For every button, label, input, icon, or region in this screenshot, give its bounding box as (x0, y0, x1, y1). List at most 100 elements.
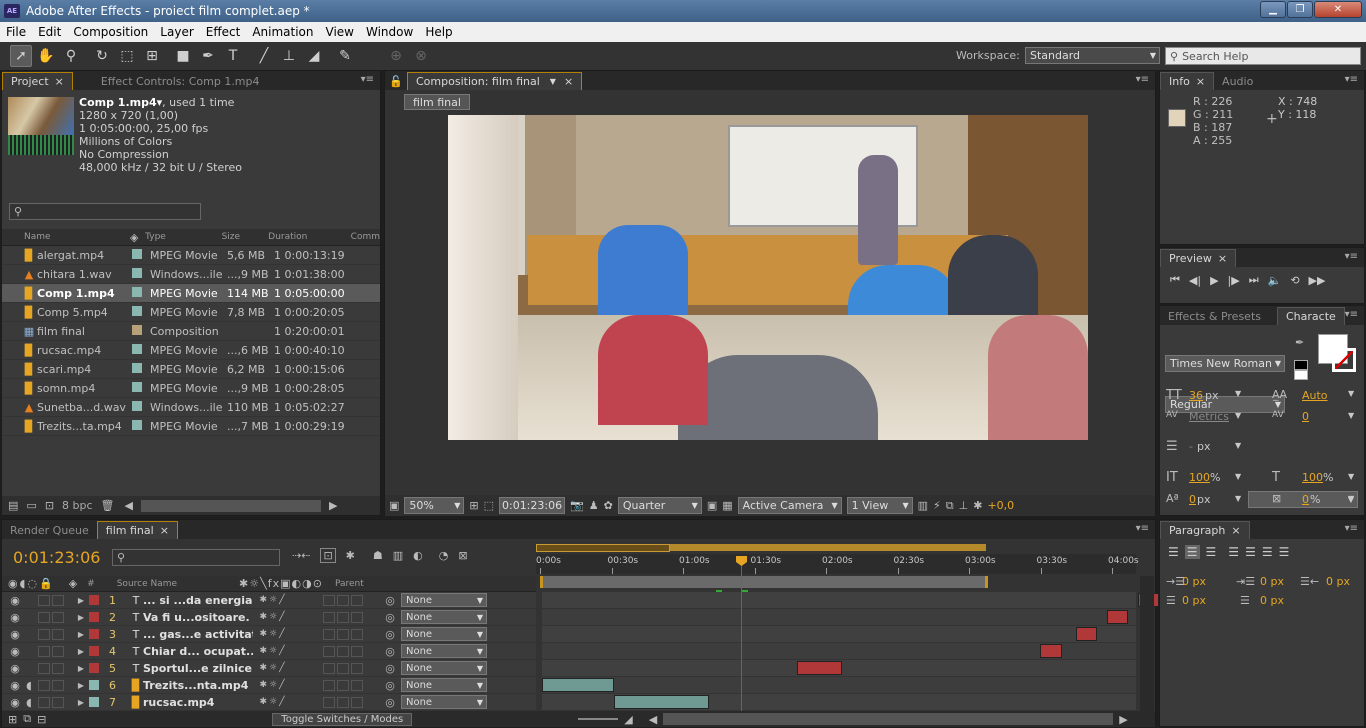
timeline-current-time[interactable]: 0:01:23:06 (13, 548, 100, 567)
composition-viewer[interactable] (448, 115, 1088, 440)
menu-help[interactable]: Help (419, 25, 458, 39)
parent-dropdown[interactable]: None ▼ (401, 678, 487, 692)
time-navigator[interactable] (536, 544, 670, 552)
stroke-color-swatch[interactable] (1332, 348, 1356, 372)
layer-switches-icons[interactable]: ✱☼╱ (253, 595, 293, 605)
expand-layer-icon[interactable]: ▶ (76, 664, 86, 673)
lock-toggle[interactable] (52, 679, 64, 691)
axis-mode-icon[interactable]: ⊕ (385, 45, 407, 67)
layer-name[interactable]: ... si ...da energia. (143, 594, 253, 607)
timeline-search-input[interactable]: ⚲ (112, 549, 280, 566)
layer-row[interactable]: ◉ ◖ ▶ 7 ▉ rucsac.mp4 ✱☼╱ ◎ None ▼ (2, 694, 536, 711)
tab-project[interactable]: Project × (2, 72, 73, 90)
tsume-arrow-icon[interactable]: ▼ (1348, 494, 1354, 503)
tracking-arrow-icon[interactable]: ▼ (1348, 411, 1354, 420)
loop-icon[interactable]: ⟲ (1290, 274, 1299, 287)
tab-composition[interactable]: Composition: film final ▼ × (407, 72, 583, 90)
layer-row[interactable]: ◉ ▶ 4 T Chiar d... ocupat... ✱☼╱ ◎ None ▼ (2, 643, 536, 660)
new-composition-icon[interactable]: ⊡ (45, 499, 54, 512)
current-time-display[interactable]: 0:01:23:06 (499, 497, 566, 514)
lock-toggle[interactable] (52, 645, 64, 657)
layer-duration-bar[interactable] (1106, 610, 1129, 624)
camera-orbit-icon[interactable]: ⬚ (116, 45, 138, 67)
menu-view[interactable]: View (320, 25, 360, 39)
solo-toggle[interactable] (38, 611, 50, 623)
current-time-indicator[interactable] (741, 560, 742, 712)
eyedropper-icon[interactable]: ✒ (1295, 336, 1304, 349)
space-after-value[interactable]: 0 px (1260, 594, 1284, 607)
panel-menu-icon[interactable]: ▾≡ (361, 74, 374, 85)
label-color-swatch[interactable] (132, 400, 142, 411)
vertical-scale-value[interactable]: 100 (1189, 471, 1210, 484)
lock-toggle[interactable] (52, 611, 64, 623)
transparency-grid-icon[interactable]: ▦ (722, 499, 732, 512)
label-color-swatch[interactable] (132, 267, 142, 278)
tab-character[interactable]: Characte (1277, 307, 1345, 325)
magnification-dropdown[interactable]: 50% ▼ (404, 497, 465, 514)
audio-icon[interactable]: 🔈 (1268, 274, 1282, 287)
comp-mini-flowchart-icon[interactable]: ⇢⇠ (292, 549, 310, 562)
eraser-icon[interactable]: ◢ (303, 45, 325, 67)
baseline-shift-value[interactable]: 0 (1189, 493, 1196, 506)
solo-toggle[interactable] (38, 679, 50, 691)
parent-pickwhip-icon[interactable]: ◎ (383, 628, 397, 641)
layer-row[interactable]: ◉ ▶ 1 T... si ...da energia. ✱☼╱ ◎ None ▼ (2, 592, 536, 609)
close-button[interactable]: ✕ (1314, 1, 1362, 18)
black-swatch[interactable] (1294, 360, 1308, 370)
visibility-eye-icon[interactable]: ◉ (8, 628, 22, 641)
col-size[interactable]: Size (222, 232, 269, 242)
layer-name[interactable]: Va fi u...ositoare. (143, 611, 253, 624)
layer-duration-bar[interactable] (613, 695, 709, 709)
scroll-left-icon[interactable]: ◀ (125, 499, 133, 512)
tab-preview[interactable]: Preview × (1160, 249, 1237, 267)
layer-switches-icons[interactable]: ✱☼╱ (253, 663, 293, 673)
layer-label-swatch[interactable] (89, 595, 99, 605)
rectangle-mask-icon[interactable]: ■ (172, 45, 194, 67)
menu-window[interactable]: Window (360, 25, 419, 39)
exposure-value[interactable]: +0,0 (987, 499, 1014, 512)
justify-all-icon[interactable]: ☰ (1279, 545, 1290, 559)
tab-info[interactable]: Info × (1160, 72, 1215, 90)
ram-preview-icon[interactable]: ▶▶ (1309, 274, 1326, 287)
project-item-row[interactable]: ▉ rucsac.mp4 MPEG Movie ...,6 MB 1 0:00:40:1… (2, 341, 380, 360)
expand-modes-icon[interactable]: ⧉ (23, 712, 31, 726)
label-color-swatch[interactable] (132, 362, 142, 373)
parent-dropdown[interactable]: None ▼ (401, 593, 487, 607)
layer-name[interactable]: Trezits...nta.mp4 (143, 679, 253, 692)
channel-icon[interactable]: ✿ (604, 499, 613, 512)
tracking-value[interactable]: 0 (1302, 410, 1309, 423)
search-help-field[interactable]: ⚲ Search Help (1165, 47, 1361, 65)
menu-animation[interactable]: Animation (246, 25, 319, 39)
motion-blur-icon[interactable]: ◐ (413, 549, 423, 562)
fast-preview-toggle-icon[interactable]: ⚡ (933, 499, 941, 512)
project-item-row[interactable]: ▉ Comp 1.mp4 MPEG Movie 114 MB 1 0:05:00:00 (2, 284, 380, 303)
col-name[interactable]: Name (24, 232, 123, 242)
footage-name[interactable]: Comp 1.mp4▾ (79, 96, 162, 109)
world-axis-icon[interactable]: ⊗ (410, 45, 432, 67)
view-layout-dropdown[interactable]: 1 View ▼ (846, 497, 913, 514)
timeline-vertical-scrollbar[interactable] (1140, 576, 1154, 712)
expand-in-out-icon[interactable]: ⊟ (37, 713, 46, 726)
solo-toggle[interactable] (38, 628, 50, 640)
layer-label-swatch[interactable] (89, 629, 99, 639)
tsume-value[interactable]: 0 (1302, 493, 1309, 506)
zoom-slider[interactable] (578, 718, 619, 720)
menu-file[interactable]: File (0, 25, 32, 39)
scroll-right-icon[interactable]: ▶ (329, 499, 337, 512)
layer-row[interactable]: ◉ ▶ 5 T Sportul...e zilnice. ✱☼╱ ◎ None ▼ (2, 660, 536, 677)
expand-layer-icon[interactable]: ▶ (76, 647, 86, 656)
project-item-row[interactable]: ▲ chitara 1.wav Windows...ile ...,9 MB 1 0:0… (2, 265, 380, 284)
last-frame-icon[interactable]: ⏭ (1249, 273, 1259, 287)
menu-effect[interactable]: Effect (200, 25, 247, 39)
brainstorm-icon[interactable]: ◔ (439, 549, 449, 562)
rotation-icon[interactable]: ↻ (91, 45, 113, 67)
label-color-swatch[interactable] (132, 381, 142, 392)
layer-name[interactable]: Sportul...e zilnice. (143, 662, 253, 675)
parent-pickwhip-icon[interactable]: ◎ (383, 696, 397, 709)
font-family-dropdown[interactable]: Times New Roman ▼ (1165, 355, 1285, 372)
comp-breadcrumb[interactable]: film final (404, 94, 470, 110)
layer-label-swatch[interactable] (89, 612, 99, 622)
toggle-pixel-aspect-icon[interactable]: ▥ (918, 499, 928, 512)
label-color-swatch[interactable] (132, 343, 142, 354)
visibility-eye-icon[interactable]: ◉ (8, 645, 22, 658)
